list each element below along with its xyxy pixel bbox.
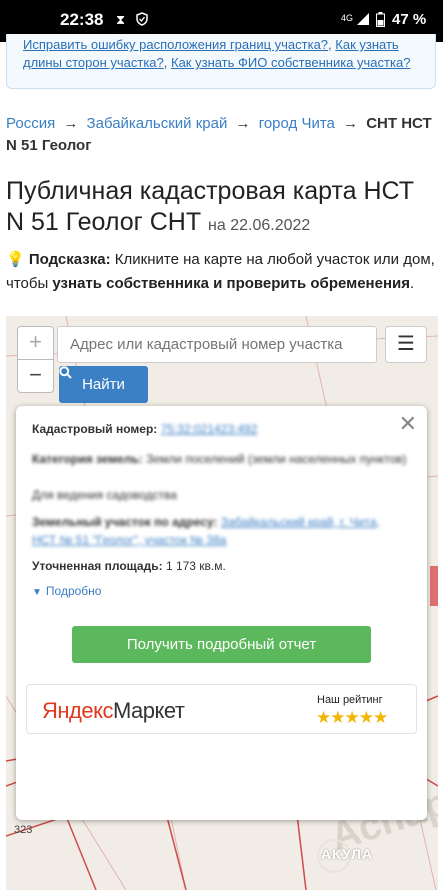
land-category-row: Категория земель: Земли поселений (земли… [32, 452, 407, 466]
zoom-in-button[interactable]: + [17, 326, 54, 360]
link-fix-boundaries[interactable]: Исправить ошибку расположения границ уча… [23, 37, 328, 52]
page-date: на 22.06.2022 [208, 217, 311, 234]
breadcrumb-russia[interactable]: Россия [6, 115, 55, 132]
cadastral-number-row: Кадастровый номер: 75:32:021423:492 [32, 422, 258, 436]
breadcrumb: Россия → Забайкальский край → город Чита… [6, 115, 432, 154]
rating-label: Наш рейтинг [317, 694, 383, 706]
page-title: Публичная кадастровая карта НСТ N 51 Гео… [6, 177, 415, 236]
address-row: Земельный участок по адресу: Забайкальск… [32, 515, 380, 547]
more-details-toggle[interactable]: ▼ Подробно [32, 584, 101, 598]
battery-percent: 47 % [392, 11, 427, 28]
link-owner-name[interactable]: Как узнать ФИО собственника участка? [171, 55, 410, 70]
help-links-box: Исправить ошибку расположения границ уча… [6, 34, 436, 89]
map-parcel-number: 323 [14, 824, 33, 836]
breadcrumb-city[interactable]: город Чита [259, 115, 335, 132]
watermark-logo: АКУЛА [321, 846, 374, 862]
hourglass-icon: ⧗ [116, 12, 126, 27]
cadastral-number-link[interactable]: 75:32:021423:492 [161, 422, 258, 436]
network-type: 4G [341, 13, 354, 23]
breadcrumb-region[interactable]: Забайкальский край [87, 115, 228, 132]
address-search-input[interactable] [57, 326, 377, 363]
lightbulb-icon: 💡 [6, 251, 25, 268]
hint: 💡 Подсказка: Кликните на карте на любой … [6, 251, 435, 292]
area-row: Уточненная площадь: 1 173 кв.м. [32, 559, 226, 573]
triangle-down-icon: ▼ [32, 587, 42, 598]
find-button[interactable]: Найти [59, 366, 148, 403]
rating-stars: ★★★★★ [316, 708, 388, 727]
menu-icon[interactable]: ☰ [385, 326, 427, 363]
land-usage: Для ведения садоводства [32, 488, 177, 502]
zoom-out-button[interactable]: − [17, 359, 54, 393]
cadastral-map[interactable]: Аспара + − ☰ Найти 290 323 ✕ Кадастровый… [6, 316, 438, 890]
shield-icon [136, 12, 148, 29]
get-report-button[interactable]: Получить подробный отчет [72, 626, 371, 663]
status-time: 22:38 [60, 10, 104, 29]
signal-icon [356, 12, 370, 29]
battery-icon [376, 12, 385, 30]
yandex-market-logo: ЯндексМаркет [42, 698, 185, 723]
parcel-info-popup: ✕ Кадастровый номер: 75:32:021423:492 Ка… [16, 406, 427, 820]
